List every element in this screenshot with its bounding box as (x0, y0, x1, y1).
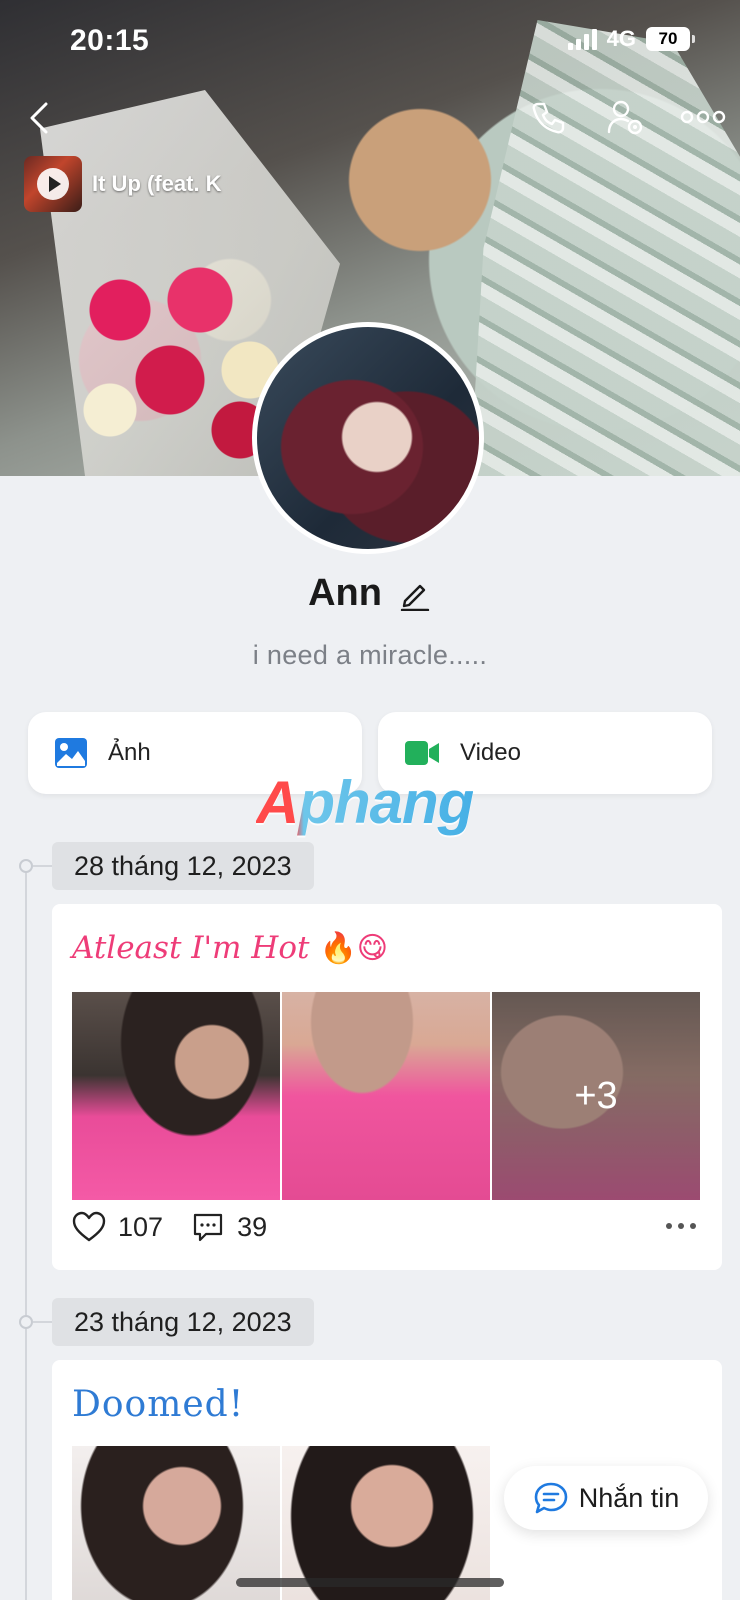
chat-bubble-icon (534, 1482, 568, 1514)
post-photo[interactable]: +3 (492, 992, 700, 1200)
music-album-art (24, 156, 82, 212)
timeline-line (25, 866, 27, 1600)
timeline-connector (33, 1321, 53, 1323)
post-caption-text: Atleast I'm Hot (72, 930, 310, 966)
network-type: 4G (606, 26, 636, 51)
status-indicators: 4G 70 (567, 26, 695, 52)
comment-button[interactable]: 39 (191, 1210, 267, 1244)
battery-level: 70 (658, 29, 678, 48)
play-icon[interactable] (37, 168, 69, 200)
post-date: 23 tháng 12, 2023 (52, 1298, 314, 1346)
timeline-node (19, 1315, 33, 1329)
status-time: 20:15 (70, 24, 150, 57)
back-button[interactable] (24, 100, 54, 136)
avatar[interactable] (252, 322, 484, 554)
battery-icon: 70 (646, 27, 695, 51)
post-more-icon[interactable] (664, 1220, 698, 1232)
more-photos-count: +3 (492, 992, 700, 1200)
heart-icon (72, 1211, 106, 1242)
profile-settings-button[interactable] (606, 98, 646, 138)
timeline-connector (33, 865, 53, 867)
signal-icon (567, 28, 597, 50)
tab-videos-label: Video (460, 739, 521, 766)
send-message-label: Nhắn tin (578, 1482, 680, 1513)
post-date: 28 tháng 12, 2023 (52, 842, 314, 890)
call-button[interactable] (530, 100, 566, 136)
music-title: It Up (feat. K (92, 171, 222, 196)
profile-music[interactable]: It Up (feat. K (24, 156, 274, 212)
cover-money-figure (470, 20, 740, 476)
user-settings-icon (607, 100, 643, 135)
watermark-logo: Aphang (256, 769, 474, 836)
profile-screen: 20:15 4G 70 It Up (feat. K Ann i need a … (0, 0, 740, 1600)
profile-name: Ann (308, 572, 382, 614)
phone-icon (532, 102, 565, 134)
tab-photos-label: Ảnh (108, 739, 151, 766)
post-photo[interactable] (72, 1446, 280, 1600)
timeline-node (19, 859, 33, 873)
more-options-button[interactable] (680, 104, 726, 130)
post-caption: Doomed! (72, 1384, 245, 1425)
profile-name-row: Ann (0, 572, 740, 615)
comment-icon (193, 1213, 223, 1242)
chevron-left-icon (30, 102, 48, 134)
video-camera-icon (405, 741, 439, 765)
post-actions: 107 39 (72, 1210, 279, 1244)
like-count: 107 (118, 1211, 164, 1242)
profile-bio: i need a miracle..... (252, 640, 488, 670)
image-icon (55, 738, 87, 768)
post-photo[interactable] (72, 992, 280, 1200)
post-caption-emoji: 🔥😋 (319, 930, 389, 966)
post-photo[interactable] (282, 1446, 490, 1600)
more-horizontal-icon (680, 110, 726, 124)
post-card[interactable]: Atleast I'm Hot 🔥😋 +3 107 39 (52, 904, 722, 1270)
like-button[interactable]: 107 (72, 1210, 163, 1244)
post-photo[interactable] (282, 992, 490, 1200)
comment-count: 39 (237, 1211, 268, 1242)
send-message-button[interactable]: Nhắn tin (504, 1466, 708, 1530)
post-caption: Atleast I'm Hot 🔥😋 (72, 930, 388, 966)
home-indicator[interactable] (236, 1578, 504, 1587)
edit-pencil-icon[interactable] (398, 577, 432, 611)
